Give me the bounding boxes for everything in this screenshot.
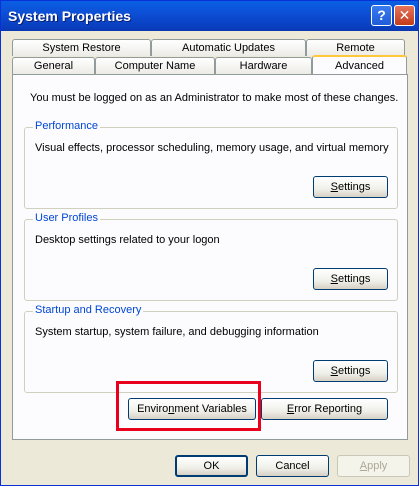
startup-recovery-description: System startup, system failure, and debu… <box>35 326 319 338</box>
user-profiles-description: Desktop settings related to your logon <box>35 234 220 246</box>
button-label: ettings <box>337 365 371 377</box>
performance-settings-button[interactable]: Settings <box>313 176 388 198</box>
tab-advanced[interactable]: Advanced <box>312 55 407 75</box>
performance-group: Performance Visual effects, processor sc… <box>24 120 398 209</box>
accel-t: S <box>330 365 338 377</box>
performance-title: Performance <box>33 120 100 132</box>
close-button[interactable]: ✕ <box>394 5 415 26</box>
window-title: System Properties <box>8 8 131 24</box>
accel-s: S <box>330 181 338 193</box>
admin-notice: You must be logged on as an Administrato… <box>30 92 399 104</box>
tab-remote[interactable]: Remote <box>306 39 405 56</box>
user-profiles-settings-button[interactable]: Settings <box>313 268 388 290</box>
title-bar[interactable]: System Properties ? ✕ <box>1 1 418 31</box>
error-reporting-button[interactable]: Error Reporting <box>261 398 388 420</box>
apply-button[interactable]: Apply <box>337 455 410 477</box>
user-profiles-group: User Profiles Desktop settings related t… <box>24 212 398 301</box>
ok-button[interactable]: OK <box>175 455 248 477</box>
help-button[interactable]: ? <box>371 5 392 26</box>
startup-recovery-settings-button[interactable]: Settings <box>313 360 388 382</box>
err-label: rror Reporting <box>294 403 363 415</box>
apply-accel: A <box>359 460 368 472</box>
tab-system-restore[interactable]: System Restore <box>12 39 151 56</box>
accel-e: S <box>330 273 338 285</box>
button-label: ettings <box>337 273 371 285</box>
tab-computer-name[interactable]: Computer Name <box>95 57 215 74</box>
performance-description: Visual effects, processor scheduling, me… <box>35 142 389 154</box>
user-profiles-title: User Profiles <box>33 212 100 224</box>
tab-general[interactable]: General <box>12 57 95 74</box>
tab-row-front: General Computer Name Hardware Advanced <box>12 55 408 75</box>
system-properties-window: System Properties ? ✕ System Restore Aut… <box>0 0 419 486</box>
tab-hardware[interactable]: Hardware <box>215 57 312 74</box>
highlight-box <box>116 381 261 431</box>
cancel-button[interactable]: Cancel <box>256 455 329 477</box>
tab-automatic-updates[interactable]: Automatic Updates <box>151 39 306 56</box>
apply-label: pply <box>367 460 388 472</box>
button-label: ettings <box>337 181 371 193</box>
startup-recovery-title: Startup and Recovery <box>33 304 144 316</box>
